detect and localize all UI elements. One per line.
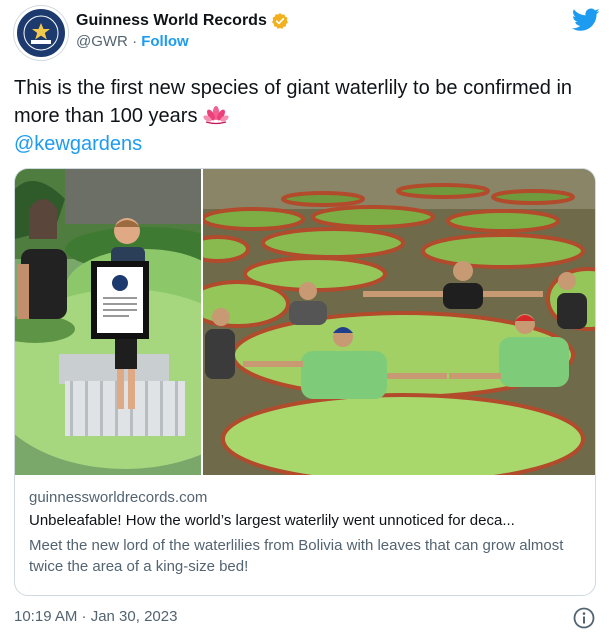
handle-separator: · bbox=[132, 33, 138, 50]
twitter-bird-icon[interactable] bbox=[572, 8, 600, 32]
photo-record-holders[interactable] bbox=[15, 169, 201, 475]
tweet-body: This is the first new species of giant w… bbox=[14, 77, 573, 127]
mention-kewgardens[interactable]: @kewgardens bbox=[14, 130, 594, 158]
verified-badge-icon bbox=[271, 13, 288, 29]
lotus-icon bbox=[203, 106, 229, 125]
tweet-header: Guinness World Records @GWR · Follow bbox=[14, 6, 600, 60]
guinness-logo-icon[interactable] bbox=[14, 6, 68, 60]
info-icon[interactable] bbox=[573, 607, 595, 629]
link-card[interactable]: guinnessworldrecords.com Unbeleafable! H… bbox=[14, 168, 596, 596]
card-description: Meet the new lord of the waterlilies fro… bbox=[29, 537, 564, 575]
tweet-text: This is the first new species of giant w… bbox=[14, 74, 594, 158]
card-domain: guinnessworldrecords.com bbox=[29, 489, 208, 506]
follow-button[interactable]: Follow bbox=[141, 33, 189, 50]
author-block: Guinness World Records @GWR · Follow bbox=[76, 12, 289, 50]
photo-waterlily-pads[interactable] bbox=[203, 169, 595, 475]
author-handle[interactable]: @GWR bbox=[76, 33, 128, 50]
card-meta[interactable]: guinnessworldrecords.com Unbeleafable! H… bbox=[29, 489, 585, 577]
card-images[interactable] bbox=[15, 169, 595, 475]
card-title[interactable]: Unbeleafable! How the world’s largest wa… bbox=[29, 512, 585, 529]
author-name[interactable]: Guinness World Records bbox=[76, 12, 267, 30]
tweet-timestamp[interactable]: 10:19 AM · Jan 30, 2023 bbox=[14, 608, 177, 625]
